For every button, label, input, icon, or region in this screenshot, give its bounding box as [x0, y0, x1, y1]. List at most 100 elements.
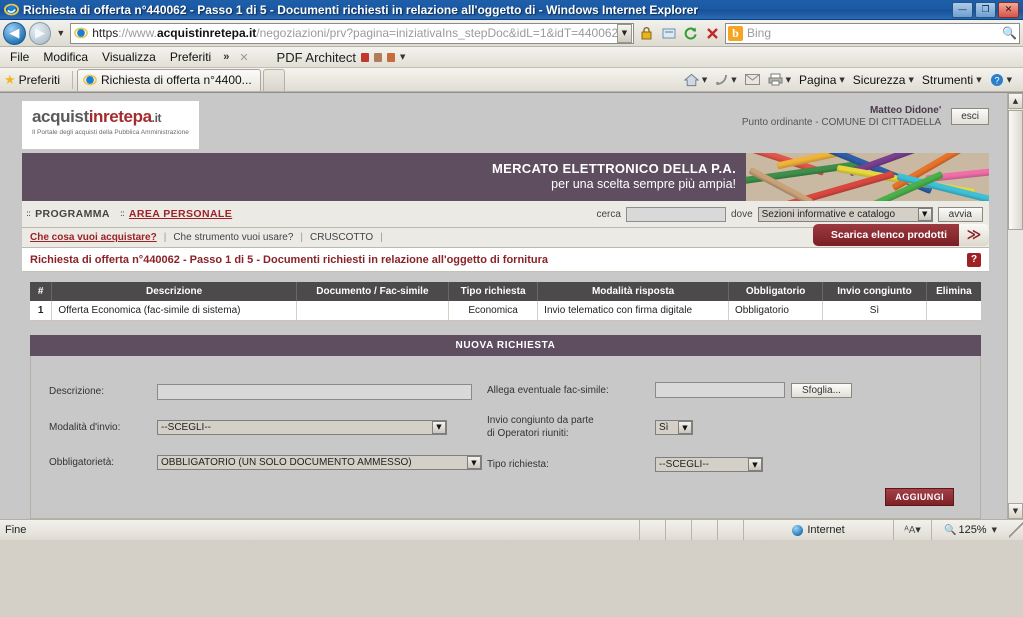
close-button[interactable]: ✕ — [998, 1, 1019, 18]
scroll-up-arrow-icon[interactable]: ▲ — [1008, 93, 1023, 109]
command-pagina[interactable]: Pagina ▼ — [796, 72, 848, 88]
nav-item-programma[interactable]: PROGRAMMA — [35, 208, 110, 220]
feeds-icon[interactable]: ▼ — [712, 72, 739, 87]
search-submit-button[interactable]: avvia — [937, 206, 983, 222]
restore-button[interactable]: ❐ — [975, 1, 996, 18]
new-tab-button[interactable] — [262, 68, 285, 91]
help-chevron-down-icon[interactable]: ▼ — [1007, 76, 1012, 84]
compatibility-view-icon[interactable] — [659, 24, 678, 43]
favorites-label[interactable]: Preferiti — [19, 73, 60, 87]
browser-search-box[interactable]: b Bing 🔍 — [725, 22, 1020, 44]
obbligatorieta-select[interactable]: OBBLIGATORIO (UN SOLO DOCUMENTO AMMESSO)… — [157, 455, 482, 471]
forward-button[interactable]: ▶ — [28, 21, 52, 45]
print-icon[interactable]: ▼ — [765, 72, 794, 87]
status-spacer-2 — [665, 520, 691, 540]
search-label-dove: dove — [730, 208, 753, 220]
print-chevron-down-icon[interactable]: ▼ — [786, 76, 791, 84]
search-icon[interactable]: 🔍 — [1002, 26, 1017, 40]
scrollbar-thumb[interactable] — [1008, 110, 1023, 230]
nav-item-area-personale[interactable]: AREA PERSONALE — [129, 208, 232, 220]
padlock-icon[interactable] — [637, 24, 656, 43]
command-sicurezza[interactable]: Sicurezza ▼ — [850, 72, 917, 88]
resize-grip-icon[interactable] — [1009, 520, 1023, 540]
modalita-invio-chevron-down-icon[interactable]: ▼ — [432, 420, 446, 434]
recent-pages-dropdown-icon[interactable]: ▼ — [54, 28, 67, 38]
text-size-chevron-down-icon[interactable]: ▼ — [915, 526, 920, 534]
question-mark-icon[interactable]: ? — [967, 252, 981, 267]
tipo-richiesta-chevron-down-icon[interactable]: ▼ — [748, 458, 762, 471]
label-tipo-richiesta: Tipo richiesta: — [487, 459, 549, 470]
pdf-icon-2[interactable] — [374, 52, 382, 62]
cell-obbligatorio: Obbligatorio — [728, 301, 824, 321]
menu-preferiti[interactable]: Preferiti — [164, 48, 217, 66]
aggiungi-button[interactable]: AGGIUNGI — [885, 488, 954, 506]
refresh-icon[interactable] — [681, 24, 700, 43]
pdf-icon-3[interactable] — [387, 52, 395, 62]
scroll-down-arrow-icon[interactable]: ▼ — [1008, 503, 1023, 519]
promo-banner: MERCATO ELETTRONICO DELLA P.A. per una s… — [22, 153, 989, 201]
tab-favicon — [83, 74, 97, 86]
invio-congiunto-select[interactable]: Sì ▼ — [655, 420, 693, 435]
page-viewport: acquistinretepa.it Il Portale degli acqu… — [0, 92, 1023, 519]
zoom-control[interactable]: 🔍 125% ▼ — [931, 520, 1009, 540]
menu-modifica[interactable]: Modifica — [37, 48, 94, 66]
security-zone[interactable]: Internet — [743, 520, 893, 540]
zoom-level: 125% — [958, 524, 987, 536]
minimize-button[interactable]: — — [952, 1, 973, 18]
tipo-richiesta-select[interactable]: --SCEGLI-- ▼ — [655, 457, 763, 472]
feeds-chevron-down-icon[interactable]: ▼ — [731, 76, 736, 84]
allega-file-input[interactable] — [655, 382, 785, 398]
browser-tab[interactable]: Richiesta di offerta n°4400... — [77, 68, 261, 91]
pagina-chevron-down-icon[interactable]: ▼ — [839, 76, 844, 84]
favorites-star-icon[interactable]: ★ — [4, 72, 16, 88]
zoom-chevron-down-icon[interactable]: ▼ — [992, 526, 997, 534]
command-strumenti[interactable]: Strumenti ▼ — [919, 72, 985, 88]
modalita-invio-select[interactable]: --SCEGLI-- ▼ — [157, 419, 447, 435]
cell-elimina[interactable] — [926, 301, 981, 321]
menu-visualizza[interactable]: Visualizza — [96, 48, 162, 66]
promo-line-1: MERCATO ELETTRONICO DELLA P.A. — [492, 161, 736, 177]
double-chevron-down-icon[interactable]: ≫ — [959, 224, 989, 246]
page-favicon — [74, 27, 89, 39]
field-allega-fac-simile: Sfoglia... — [655, 382, 954, 398]
url-history-caret-icon[interactable]: ▼ — [617, 23, 632, 43]
column-header-documento: Documento / Fac-simile — [296, 282, 450, 301]
pdf-icon-1[interactable] — [361, 52, 369, 62]
mail-icon[interactable] — [742, 73, 763, 86]
help-icon[interactable]: ? ▼ — [987, 72, 1015, 88]
subnav-item-cruscotto[interactable]: CRUSCOTTO — [310, 232, 373, 243]
search-scope-chevron-down-icon[interactable]: ▼ — [917, 207, 932, 221]
browser-search-input[interactable]: Bing — [747, 26, 1002, 40]
nav-dots-icon-1: :: — [26, 209, 31, 219]
site-logo[interactable]: acquistinretepa.it Il Portale degli acqu… — [22, 101, 199, 149]
home-chevron-down-icon[interactable]: ▼ — [702, 76, 707, 84]
menu-close-icon[interactable]: ✕ — [235, 51, 252, 64]
subnav-item-che-strumento-vuoi-usare[interactable]: Che strumento vuoi usare? — [173, 232, 293, 243]
sicurezza-chevron-down-icon[interactable]: ▼ — [908, 76, 913, 84]
obbligatorieta-chevron-down-icon[interactable]: ▼ — [467, 456, 481, 470]
internet-explorer-icon — [4, 3, 19, 16]
logout-button[interactable]: esci — [951, 108, 989, 125]
sfoglia-button[interactable]: Sfoglia... — [791, 382, 852, 398]
back-button[interactable]: ◀ — [3, 21, 26, 45]
promo-banner-text: MERCATO ELETTRONICO DELLA P.A. per una s… — [492, 161, 746, 191]
site-search-input[interactable] — [625, 206, 726, 222]
tab-label: Richiesta di offerta n°4400... — [101, 73, 252, 87]
home-icon[interactable]: ▼ — [681, 72, 710, 88]
text-size-control[interactable]: ᴬA ▼ — [893, 520, 931, 540]
subnav-item-che-cosa-vuoi-acquistare[interactable]: Che cosa vuoi acquistare? — [30, 232, 157, 243]
menu-overflow-icon[interactable]: » — [219, 51, 233, 63]
pdf-chevron-down-icon[interactable]: ▼ — [400, 53, 405, 61]
text-size-icon: ᴬA — [904, 524, 916, 536]
vertical-scrollbar[interactable]: ▲ ▼ — [1007, 93, 1023, 519]
new-request-section-title: NUOVA RICHIESTA — [30, 335, 981, 356]
strumenti-chevron-down-icon[interactable]: ▼ — [976, 76, 981, 84]
download-products-button[interactable]: Scarica elenco prodotti ≫ — [812, 224, 989, 246]
menu-file[interactable]: File — [4, 48, 35, 66]
invio-congiunto-chevron-down-icon[interactable]: ▼ — [678, 421, 692, 434]
descrizione-input[interactable] — [157, 383, 472, 400]
search-scope-select[interactable]: Sezioni informative e catalogo ▼ — [757, 206, 933, 222]
pdf-architect-toolbar[interactable]: PDF Architect ▼ — [277, 50, 406, 65]
stop-icon[interactable] — [703, 24, 722, 43]
url-input[interactable]: https://www.acquistinretepa.it/negoziazi… — [70, 22, 634, 44]
